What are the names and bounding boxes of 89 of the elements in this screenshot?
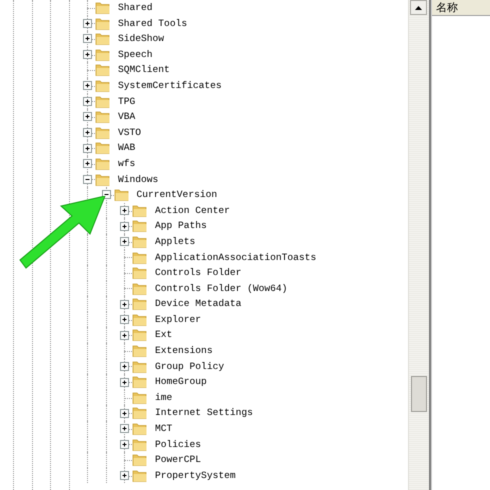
tree-item-label[interactable]: HomeGroup: [155, 374, 207, 390]
folder-icon: [95, 156, 110, 170]
expand-button[interactable]: [83, 34, 92, 44]
folder-icon: [95, 48, 110, 61]
tree-item-label[interactable]: Device Metadata: [155, 296, 242, 312]
expand-button[interactable]: [83, 96, 92, 106]
folder-icon: [132, 390, 147, 404]
expand-button[interactable]: [120, 408, 129, 418]
expand-button[interactable]: [120, 330, 129, 340]
folder-icon: [132, 297, 147, 310]
tree-item-label[interactable]: ime: [155, 390, 172, 406]
folder-icon: [132, 406, 147, 420]
tree-item-label[interactable]: Windows: [118, 172, 158, 188]
folder-icon: [132, 453, 147, 466]
tree-item-label[interactable]: VSTO: [118, 124, 142, 140]
scroll-up-button[interactable]: [410, 0, 427, 15]
expand-button[interactable]: [83, 144, 92, 153]
folder-icon: [95, 32, 110, 46]
folder-icon: [95, 16, 110, 30]
tree-item-label[interactable]: Applets: [155, 234, 196, 250]
folder-icon: [95, 110, 110, 124]
folder-icon: [132, 360, 147, 373]
tree-item-label[interactable]: CurrentVersion: [136, 187, 218, 203]
expand-button[interactable]: [83, 112, 92, 122]
expand-button[interactable]: [120, 206, 129, 216]
tree-item-label[interactable]: Action Center: [155, 202, 230, 218]
tree-item-label[interactable]: App Paths: [155, 218, 207, 234]
tree-item-label[interactable]: SideShow: [118, 31, 164, 47]
tree-item-label[interactable]: SQMClient: [118, 62, 170, 78]
folder-icon: [132, 250, 147, 264]
tree-item-label[interactable]: PowerCPL: [155, 452, 202, 468]
folder-icon: [132, 468, 147, 482]
folder-icon: [132, 344, 147, 358]
tree-item-label[interactable]: TPG: [118, 94, 136, 110]
folder-icon: [95, 78, 110, 92]
collapse-button[interactable]: [102, 190, 110, 200]
expand-button[interactable]: [83, 81, 92, 90]
expand-button[interactable]: [120, 315, 129, 324]
expand-button[interactable]: [83, 159, 92, 168]
folder-icon: [114, 188, 128, 202]
folder-icon: [132, 375, 147, 388]
folder-icon: [95, 1, 110, 14]
tree-item-label[interactable]: Extensions: [155, 343, 213, 359]
expand-button[interactable]: [120, 424, 129, 434]
tree-item-label[interactable]: Explorer: [155, 312, 202, 328]
tree-item-label[interactable]: MCT: [155, 421, 172, 437]
folder-icon: [95, 126, 110, 139]
tree-item-label[interactable]: Internet Settings: [155, 405, 253, 422]
expand-button[interactable]: [120, 378, 129, 387]
folder-icon: [132, 328, 147, 342]
folder-icon: [132, 219, 147, 232]
tree-item-label[interactable]: SystemCertificates: [118, 78, 222, 94]
tree-item-label[interactable]: ApplicationAssociationToasts: [155, 250, 316, 266]
tree-item-label[interactable]: WAB: [118, 140, 136, 156]
tree-item-label[interactable]: Group Policy: [155, 358, 224, 374]
tree-item-label[interactable]: Shared: [118, 0, 153, 16]
folder-icon: [132, 266, 147, 280]
tree-item-label[interactable]: Shared Tools: [118, 16, 188, 32]
expand-button[interactable]: [120, 440, 129, 449]
scrollbar-thumb[interactable]: [411, 376, 427, 412]
tree-item-label[interactable]: Controls Folder (Wow64): [155, 280, 288, 296]
tree-item-label[interactable]: Speech: [118, 46, 153, 62]
folder-icon: [132, 312, 147, 326]
folder-icon: [132, 438, 147, 451]
up-arrow-icon: [415, 6, 422, 10]
expand-button[interactable]: [83, 128, 92, 138]
expand-button[interactable]: [120, 237, 129, 246]
tree-item-label[interactable]: Ext: [155, 327, 172, 344]
column-header[interactable]: 名称: [432, 0, 490, 16]
expand-button[interactable]: [120, 362, 129, 371]
folder-icon: [132, 204, 147, 217]
expand-button[interactable]: [120, 300, 129, 309]
folder-icon: [95, 141, 110, 154]
tree-item-label[interactable]: wfs: [118, 156, 136, 172]
folder-icon: [95, 63, 110, 76]
expand-button[interactable]: [83, 50, 92, 60]
tree-item-label[interactable]: Controls Folder: [155, 265, 242, 281]
expand-button[interactable]: [120, 471, 129, 480]
folder-icon: [95, 94, 110, 108]
collapse-button[interactable]: [83, 174, 92, 184]
folder-icon: [95, 172, 110, 186]
folder-icon: [132, 422, 147, 436]
expand-button[interactable]: [120, 222, 129, 231]
tree-item-label[interactable]: Policies: [155, 436, 202, 452]
expand-button[interactable]: [83, 18, 92, 28]
folder-icon: [132, 282, 147, 295]
folder-icon: [132, 234, 147, 248]
tree-item-label[interactable]: PropertySystem: [155, 468, 236, 484]
tree-item-label[interactable]: VBA: [118, 109, 136, 125]
